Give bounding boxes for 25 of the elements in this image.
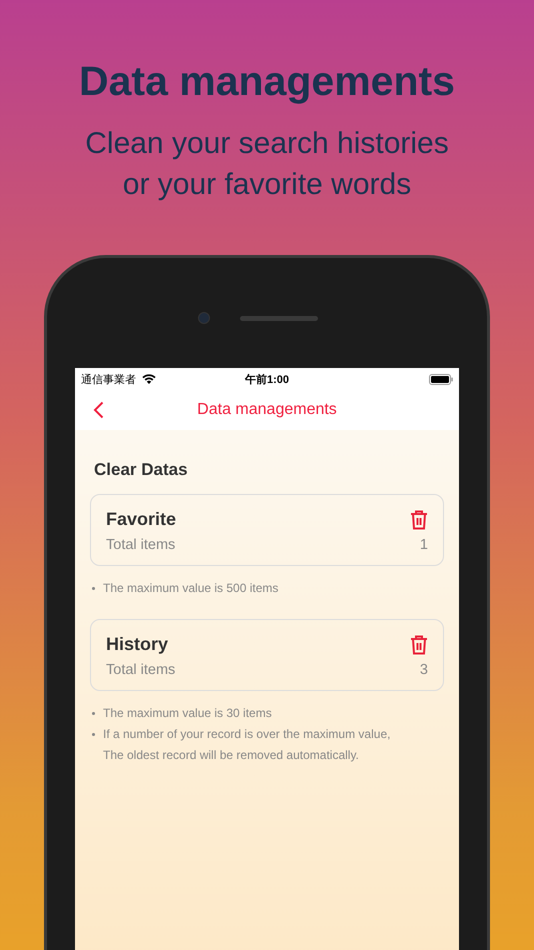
trash-icon[interactable] bbox=[410, 510, 428, 530]
subheadline: Clean your search histories or your favorite words bbox=[85, 126, 449, 203]
bullet-icon bbox=[92, 733, 95, 736]
total-label: Total items bbox=[106, 662, 176, 678]
bullet-icon bbox=[92, 587, 95, 590]
camera-icon bbox=[198, 312, 210, 324]
total-count: 1 bbox=[420, 537, 428, 553]
wifi-icon bbox=[142, 374, 156, 384]
total-label: Total items bbox=[106, 537, 176, 553]
carrier-name: 通信事業者 bbox=[81, 372, 136, 386]
trash-icon[interactable] bbox=[410, 634, 428, 654]
bullet-icon bbox=[92, 712, 95, 715]
status-time: 午前1:00 bbox=[244, 372, 290, 386]
back-icon[interactable] bbox=[93, 401, 104, 419]
section-title: Clear Datas bbox=[94, 460, 189, 480]
headline: Data managements bbox=[79, 58, 455, 105]
battery-icon bbox=[429, 374, 453, 384]
card-title: History bbox=[106, 634, 168, 655]
card-title: Favorite bbox=[106, 509, 176, 530]
total-count: 3 bbox=[420, 662, 428, 678]
note-text: The maximum value is 500 items bbox=[103, 580, 280, 597]
note-text: If a number of your record is over the maximum value, The oldest record will be removed automatically. bbox=[103, 726, 392, 764]
note-text: The maximum value is 30 items bbox=[103, 705, 273, 722]
speaker-icon bbox=[240, 316, 318, 320]
nav-title: Data managements bbox=[197, 401, 337, 419]
